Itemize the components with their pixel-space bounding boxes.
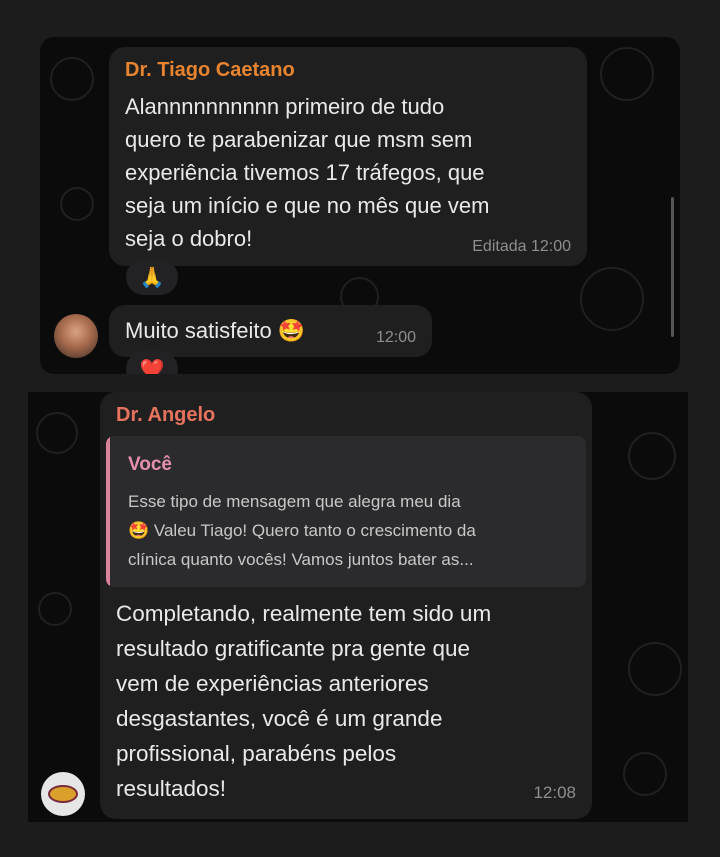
message-text: Alannnnnnnnnn primeiro de tudo quero te …	[125, 94, 490, 251]
background-doodle	[628, 642, 682, 696]
quote-text: Esse tipo de mensagem que alegra meu dia…	[128, 492, 476, 569]
quote-bar	[106, 436, 110, 587]
avatar[interactable]	[41, 772, 85, 816]
sender-name: Dr. Angelo	[116, 404, 216, 426]
chat-panel-bottom: Dr. Angelo Você Esse tipo de mensagem qu…	[28, 392, 688, 822]
message-text: Completando, realmente tem sido um resul…	[116, 601, 492, 801]
reaction-emoji: ❤️	[139, 358, 165, 375]
message-timestamp: 12:08	[533, 783, 576, 802]
reaction-heart[interactable]: ❤️	[126, 351, 178, 374]
background-doodle	[623, 752, 667, 796]
sender-name: Dr. Tiago Caetano	[125, 59, 295, 81]
avatar[interactable]	[54, 314, 98, 358]
scrollbar[interactable]	[671, 197, 674, 337]
message-text: Muito satisfeito 🤩	[125, 318, 306, 343]
avatar-art	[48, 785, 78, 803]
background-doodle	[600, 47, 654, 101]
background-doodle	[36, 412, 78, 454]
background-doodle	[38, 592, 72, 626]
message-bubble[interactable]: Muito satisfeito 🤩 12:00	[109, 305, 432, 357]
reply-quote[interactable]: Você Esse tipo de mensagem que alegra me…	[106, 436, 586, 587]
quote-author: Você	[128, 454, 173, 475]
background-doodle	[50, 57, 94, 101]
reaction-praying-hands[interactable]: 🙏	[126, 259, 178, 295]
background-doodle	[580, 267, 644, 331]
background-doodle	[60, 187, 94, 221]
message-timestamp: Editada 12:00	[472, 238, 571, 255]
chat-panel-top: Dr. Tiago Caetano Alannnnnnnnnn primeiro…	[40, 37, 680, 374]
message-bubble[interactable]: Dr. Angelo Você Esse tipo de mensagem qu…	[100, 392, 592, 819]
message-bubble[interactable]: Dr. Tiago Caetano Alannnnnnnnnn primeiro…	[109, 47, 587, 266]
background-doodle	[628, 432, 676, 480]
reaction-emoji: 🙏	[139, 266, 165, 289]
message-timestamp: 12:00	[375, 329, 416, 346]
